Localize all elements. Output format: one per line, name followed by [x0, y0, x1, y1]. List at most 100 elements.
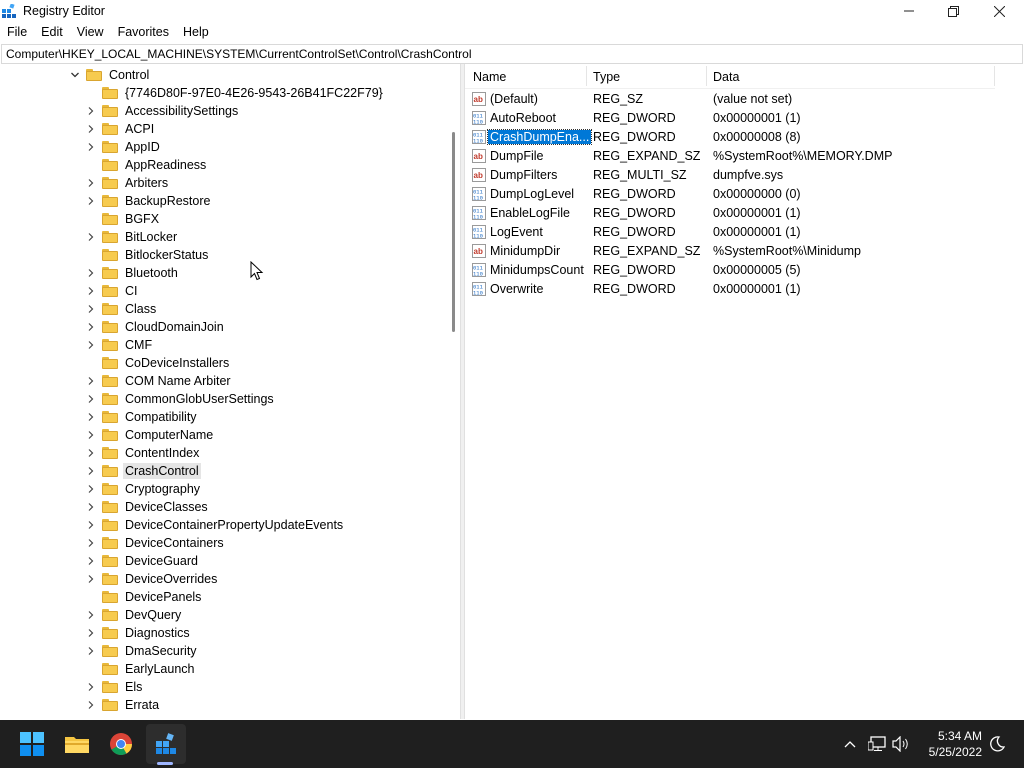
tree-node[interactable]: DeviceContainerPropertyUpdateEvents — [86, 516, 345, 534]
tree-node[interactable]: BitLocker — [86, 228, 179, 246]
tree-node[interactable]: CloudDomainJoin — [86, 318, 226, 336]
chevron-right-icon[interactable] — [86, 232, 96, 242]
value-row[interactable]: 011 110 AutoReboot REG_DWORD 0x00000001 (1) — [465, 109, 995, 128]
taskbar-file-explorer[interactable] — [57, 724, 97, 764]
tree-node[interactable]: Cryptography — [86, 480, 202, 498]
column-header-name[interactable]: Name — [473, 70, 506, 84]
chevron-right-icon[interactable] — [86, 628, 96, 638]
column-header-type[interactable]: Type — [593, 70, 620, 84]
column-divider[interactable] — [994, 66, 995, 86]
chevron-right-icon[interactable] — [86, 556, 96, 566]
chevron-right-icon[interactable] — [86, 106, 96, 116]
value-row[interactable]: 011 110 EnableLogFile REG_DWORD 0x00000001 (… — [465, 204, 995, 223]
tree-node[interactable]: CoDeviceInstallers — [86, 354, 231, 372]
chevron-right-icon[interactable] — [86, 484, 96, 494]
chevron-right-icon[interactable] — [86, 196, 96, 206]
chevron-right-icon[interactable] — [86, 538, 96, 548]
tree-node[interactable]: ComputerName — [86, 426, 215, 444]
menu-edit[interactable]: Edit — [34, 23, 70, 42]
value-row[interactable]: ab DumpFilters REG_MULTI_SZ dumpfve.sys — [465, 166, 995, 185]
chevron-right-icon[interactable] — [86, 700, 96, 710]
tree-node[interactable]: ACPI — [86, 120, 156, 138]
taskbar-registry-editor[interactable] — [146, 724, 186, 764]
value-row[interactable]: ab MinidumpDir REG_EXPAND_SZ %SystemRoot%\M… — [465, 242, 995, 261]
tree-node[interactable]: DeviceContainers — [86, 534, 226, 552]
tree-node[interactable]: ContentIndex — [86, 444, 201, 462]
tree-node[interactable]: DevQuery — [86, 606, 183, 624]
chevron-right-icon[interactable] — [86, 394, 96, 404]
chevron-right-icon[interactable] — [86, 268, 96, 278]
chevron-right-icon[interactable] — [86, 646, 96, 656]
tree-node[interactable]: AppID — [86, 138, 162, 156]
tree-node[interactable]: Class — [86, 300, 158, 318]
taskbar-chrome[interactable] — [101, 724, 141, 764]
chevron-right-icon[interactable] — [86, 124, 96, 134]
chevron-right-icon[interactable] — [86, 286, 96, 296]
minimize-button[interactable] — [886, 0, 932, 22]
chevron-down-icon[interactable] — [70, 70, 80, 80]
tree-node[interactable]: CommonGlobUserSettings — [86, 390, 276, 408]
chevron-right-icon[interactable] — [86, 520, 96, 530]
tree-node[interactable]: BGFX — [86, 210, 161, 228]
tree-node[interactable]: CMF — [86, 336, 154, 354]
menu-view[interactable]: View — [70, 23, 111, 42]
tree-node[interactable]: DevicePanels — [86, 588, 203, 606]
tree-scrollbar[interactable] — [449, 64, 458, 719]
menu-file[interactable]: File — [0, 23, 34, 42]
chevron-right-icon[interactable] — [86, 412, 96, 422]
chevron-right-icon[interactable] — [86, 376, 96, 386]
tree-node[interactable]: Compatibility — [86, 408, 199, 426]
show-hidden-icons-button[interactable] — [840, 734, 860, 754]
tree-node[interactable]: Errata — [86, 696, 161, 714]
chevron-right-icon[interactable] — [86, 430, 96, 440]
restore-button[interactable] — [930, 0, 976, 22]
tree-node[interactable]: {7746D80F-97E0-4E26-9543-26B41FC22F79} — [86, 84, 385, 102]
menu-favorites[interactable]: Favorites — [111, 23, 176, 42]
tree-node[interactable]: Diagnostics — [86, 624, 192, 642]
tree-node[interactable]: AccessibilitySettings — [86, 102, 240, 120]
value-row[interactable]: 011 110 CrashDumpEna... REG_DWORD 0x00000008… — [465, 128, 995, 147]
tree-node[interactable]: DeviceOverrides — [86, 570, 219, 588]
value-row[interactable]: 011 110 MinidumpsCount REG_DWORD 0x00000005 … — [465, 261, 995, 280]
chevron-right-icon[interactable] — [86, 322, 96, 332]
chevron-right-icon[interactable] — [86, 178, 96, 188]
taskbar-clock[interactable]: 5:34 AM 5/25/2022 — [912, 728, 982, 760]
notifications-button[interactable] — [987, 734, 1007, 754]
tree-node[interactable]: BackupRestore — [86, 192, 212, 210]
tree-node[interactable]: BitlockerStatus — [86, 246, 210, 264]
chevron-right-icon[interactable] — [86, 304, 96, 314]
column-divider[interactable] — [586, 66, 587, 86]
tree-node[interactable]: DmaSecurity — [86, 642, 199, 660]
start-button[interactable] — [12, 724, 52, 764]
value-row[interactable]: 011 110 Overwrite REG_DWORD 0x00000001 (1) — [465, 280, 995, 299]
network-button[interactable] — [867, 734, 887, 754]
chevron-right-icon[interactable] — [86, 142, 96, 152]
tree-node[interactable]: EarlyLaunch — [86, 660, 197, 678]
chevron-right-icon[interactable] — [86, 340, 96, 350]
close-button[interactable] — [976, 0, 1022, 22]
tree-node[interactable]: DeviceGuard — [86, 552, 200, 570]
value-row[interactable]: ab DumpFile REG_EXPAND_SZ %SystemRoot%\MEMO… — [465, 147, 995, 166]
tree-node-control[interactable]: Control — [70, 66, 151, 84]
address-bar[interactable]: Computer\HKEY_LOCAL_MACHINE\SYSTEM\Curre… — [1, 44, 1023, 64]
chevron-right-icon[interactable] — [86, 448, 96, 458]
value-row[interactable]: 011 110 DumpLogLevel REG_DWORD 0x00000000 (0… — [465, 185, 995, 204]
chevron-right-icon[interactable] — [86, 502, 96, 512]
tree-node[interactable]: Bluetooth — [86, 264, 180, 282]
tree-node[interactable]: CrashControl — [86, 462, 201, 480]
tree-node[interactable]: Arbiters — [86, 174, 170, 192]
value-row[interactable]: ab (Default) REG_SZ (value not set) — [465, 90, 995, 109]
tree-node[interactable]: AppReadiness — [86, 156, 208, 174]
values-list[interactable]: Name Type Data ab (Default) REG_SZ (value n… — [465, 64, 1024, 719]
key-tree[interactable]: Control {7746D80F-97E0-4E26-9543-26B41FC… — [0, 64, 460, 719]
chevron-right-icon[interactable] — [86, 682, 96, 692]
menu-help[interactable]: Help — [176, 23, 216, 42]
tree-node[interactable]: CI — [86, 282, 140, 300]
tree-node[interactable]: DeviceClasses — [86, 498, 210, 516]
chevron-right-icon[interactable] — [86, 466, 96, 476]
tree-scrollbar-thumb[interactable] — [452, 132, 455, 332]
value-row[interactable]: 011 110 LogEvent REG_DWORD 0x00000001 (1) — [465, 223, 995, 242]
chevron-right-icon[interactable] — [86, 574, 96, 584]
volume-button[interactable] — [891, 734, 911, 754]
tree-node[interactable]: Els — [86, 678, 144, 696]
